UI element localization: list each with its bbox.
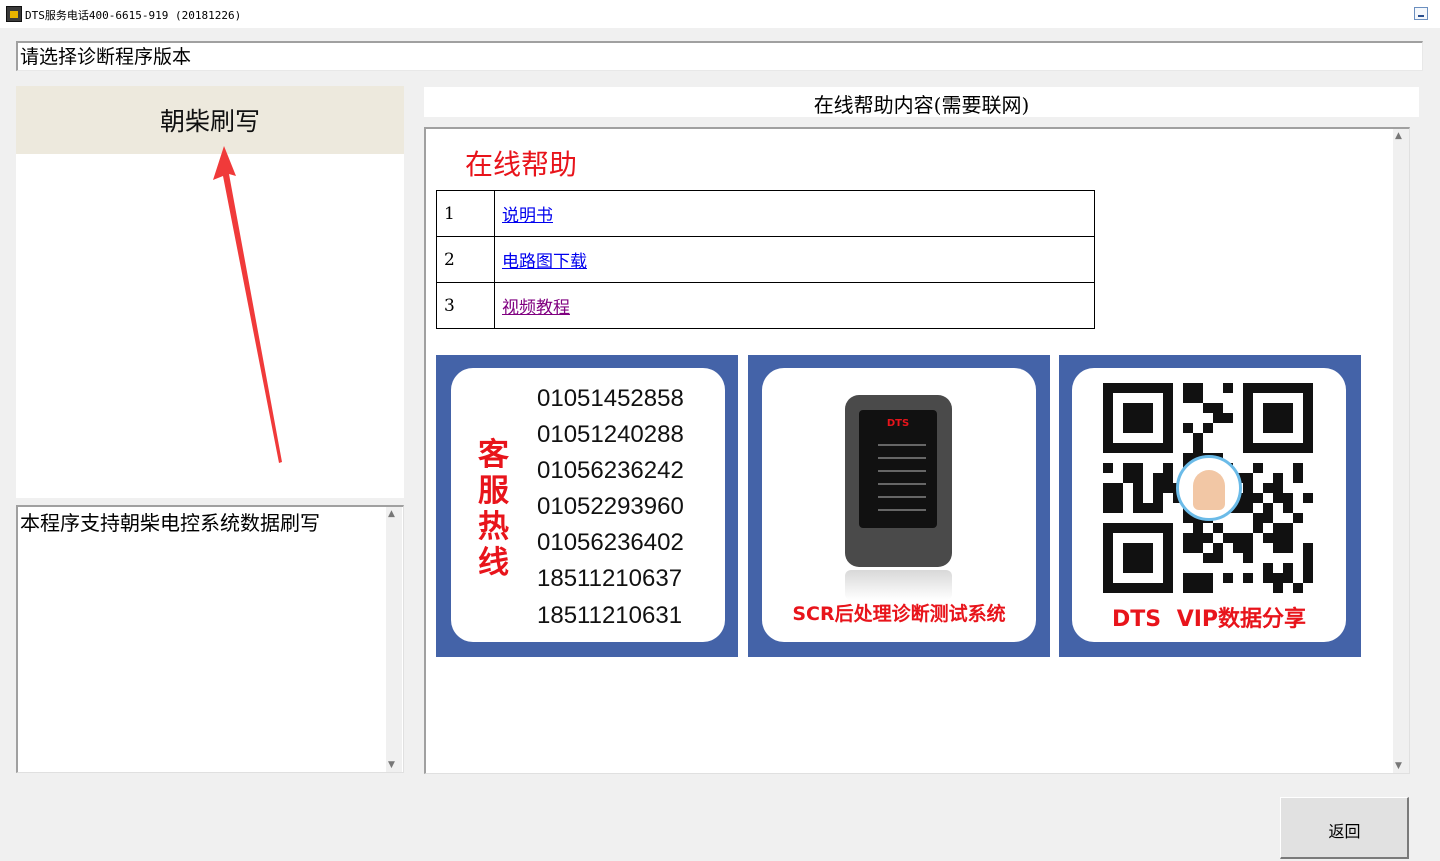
version-select-field[interactable] (16, 41, 1423, 71)
program-list-item-label: 朝柴刷写 (159, 107, 260, 136)
avatar-icon (1176, 455, 1242, 521)
vip-caption: DTS VIP数据分享 (1111, 607, 1307, 632)
phone-number: 01056236242 (537, 457, 684, 484)
device-led-row (878, 496, 926, 498)
phone-number: 01051452858 (537, 385, 684, 412)
version-select-text: 请选择诊断程序版本 (20, 46, 192, 68)
phone-number: 01051240288 (537, 421, 684, 448)
browser-scrollbar[interactable]: ▲ ▼ (1393, 129, 1409, 773)
online-help-title: 在线帮助 (465, 148, 578, 181)
hotline-title-char: 服 (478, 473, 509, 509)
row-number: 2 (436, 236, 495, 283)
manual-link[interactable]: 说明书 (502, 206, 553, 226)
device-reflection (845, 570, 952, 600)
help-header-title: 在线帮助内容(需要联网) (813, 93, 1030, 117)
device-led-row (878, 470, 926, 472)
device-led-row (878, 457, 926, 459)
device-caption: SCR后处理诊断测试系统 (792, 603, 1006, 625)
row-number: 3 (436, 282, 495, 329)
app-icon (6, 6, 22, 22)
hotline-title-char: 线 (478, 545, 509, 581)
phone-number: 18511210631 (537, 602, 683, 629)
device-led-row (878, 444, 926, 446)
description-scrollbar[interactable]: ▲ ▼ (386, 507, 402, 772)
hotline-title-char: 热 (478, 509, 509, 545)
link-cell: 视频教程 (494, 282, 1095, 329)
back-button-label: 返回 (1328, 822, 1361, 841)
device-led-row (878, 509, 926, 511)
link-cell: 电路图下载 (494, 236, 1095, 283)
table-row: 1 说明书 (436, 190, 1095, 237)
window-title: DTS服务电话400-6615-919 (20181226) (25, 9, 242, 22)
help-links-table: 1 说明书 2 电路图下载 3 视频教程 (436, 190, 1095, 329)
scroll-down-icon[interactable]: ▼ (388, 760, 395, 770)
scroll-up-icon[interactable]: ▲ (1395, 131, 1402, 141)
scroll-down-icon[interactable]: ▼ (1395, 761, 1402, 771)
table-row: 3 视频教程 (436, 282, 1095, 329)
video-tutorial-link[interactable]: 视频教程 (502, 298, 570, 318)
scroll-up-icon[interactable]: ▲ (388, 509, 395, 519)
hotline-title-char: 客 (478, 437, 509, 473)
device-led-row (878, 483, 926, 485)
circuit-diagram-link[interactable]: 电路图下载 (502, 252, 587, 272)
description-text: 本程序支持朝柴电控系统数据刷写 (20, 511, 320, 535)
red-arrow-annotation (213, 146, 282, 463)
description-box[interactable] (16, 505, 404, 773)
phone-number: 01056236402 (537, 529, 684, 556)
table-row: 2 电路图下载 (436, 236, 1095, 283)
phone-number: 01052293960 (537, 493, 684, 520)
link-cell: 说明书 (494, 190, 1095, 237)
phone-number: 18511210637 (537, 565, 683, 592)
minimize-button[interactable] (1414, 7, 1428, 20)
device-logo: DTS (886, 418, 910, 429)
row-number: 1 (436, 190, 495, 237)
